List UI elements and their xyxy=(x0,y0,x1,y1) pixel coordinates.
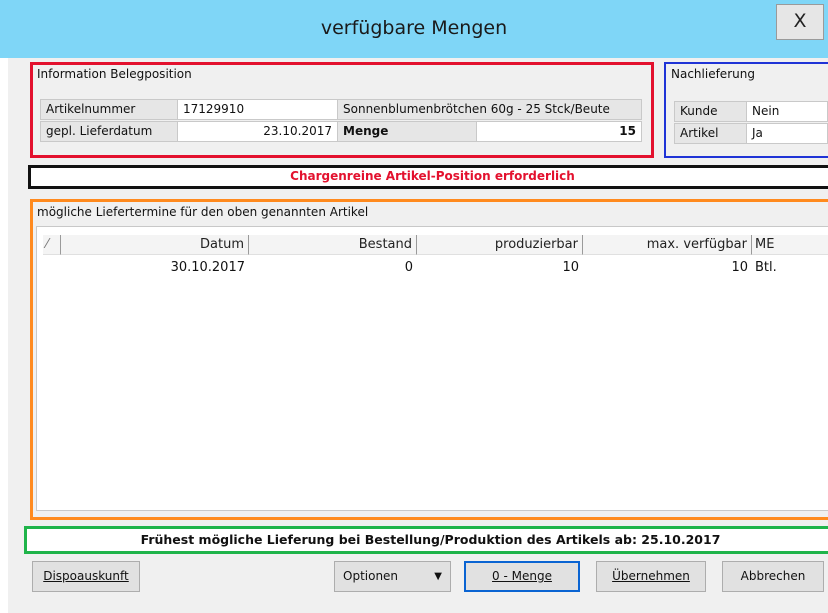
menge-value: 15 xyxy=(476,121,642,142)
artikel-bezeichnung: Sonnenblumenbrötchen 60g - 25 Stck/Beute xyxy=(337,99,642,120)
optionen-dropdown[interactable]: Optionen ▼ xyxy=(334,561,451,592)
cell-me: Btl. xyxy=(755,260,777,275)
earliest-delivery-banner: Frühest mögliche Lieferung bei Bestellun… xyxy=(24,526,828,554)
liefertermine-table[interactable]: ⁄ Datum Bestand produzierbar max. verfüg… xyxy=(36,226,828,511)
lieferdatum-value: 23.10.2017 xyxy=(177,121,338,142)
abbrechen-button[interactable]: Abbrechen xyxy=(722,561,824,592)
uebernehmen-button[interactable]: Übernehmen xyxy=(596,561,706,592)
cell-bestand: 0 xyxy=(404,260,413,275)
column-header-bestand[interactable]: Bestand xyxy=(249,235,417,255)
window-title: verfügbare Mengen xyxy=(320,17,508,39)
warning-banner: Chargenreine Artikel-Position erforderli… xyxy=(28,165,828,189)
optionen-label: Optionen xyxy=(343,569,399,583)
chevron-down-icon: ▼ xyxy=(434,571,442,582)
kunde-label: Kunde xyxy=(674,101,747,122)
uebernehmen-label: Übernehmen xyxy=(612,569,690,583)
dispoauskunft-label: Dispoauskunft xyxy=(43,569,129,583)
cell-datum: 30.10.2017 xyxy=(170,260,245,275)
title-bar[interactable]: verfügbare Mengen X xyxy=(0,0,828,58)
column-header-max-verfuegbar[interactable]: max. verfügbar xyxy=(583,235,752,255)
earliest-delivery-text: Frühest mögliche Lieferung bei Bestellun… xyxy=(140,532,721,547)
column-header-me[interactable]: ME xyxy=(752,235,828,255)
close-button[interactable]: X xyxy=(776,4,824,40)
nachlieferung-title: Nachlieferung xyxy=(671,67,755,81)
artikel-label: Artikel xyxy=(674,123,747,144)
liefertermine-title: mögliche Liefertermine für den oben gena… xyxy=(37,205,369,219)
column-header-datum[interactable]: Datum xyxy=(61,235,249,255)
artikelnummer-value: 17129910 xyxy=(177,99,338,120)
warning-text: Chargenreine Artikel-Position erforderli… xyxy=(290,169,575,183)
null-menge-button[interactable]: 0 - Menge xyxy=(464,561,580,592)
artikel-value: Ja xyxy=(746,123,828,144)
row-selector-header[interactable]: ⁄ xyxy=(43,235,61,255)
menge-label: Menge xyxy=(337,121,477,142)
cell-produzierbar: 10 xyxy=(562,260,579,275)
null-menge-label: 0 - Menge xyxy=(492,569,552,583)
column-header-produzierbar[interactable]: produzierbar xyxy=(417,235,583,255)
cell-max-verfuegbar: 10 xyxy=(731,260,748,275)
beleg-title: Information Belegposition xyxy=(37,67,192,81)
dispoauskunft-button[interactable]: Dispoauskunft xyxy=(32,561,140,592)
kunde-value: Nein xyxy=(746,101,828,122)
lieferdatum-label: gepl. Lieferdatum xyxy=(40,121,178,142)
abbrechen-label: Abbrechen xyxy=(740,569,806,583)
artikelnummer-label: Artikelnummer xyxy=(40,99,178,120)
